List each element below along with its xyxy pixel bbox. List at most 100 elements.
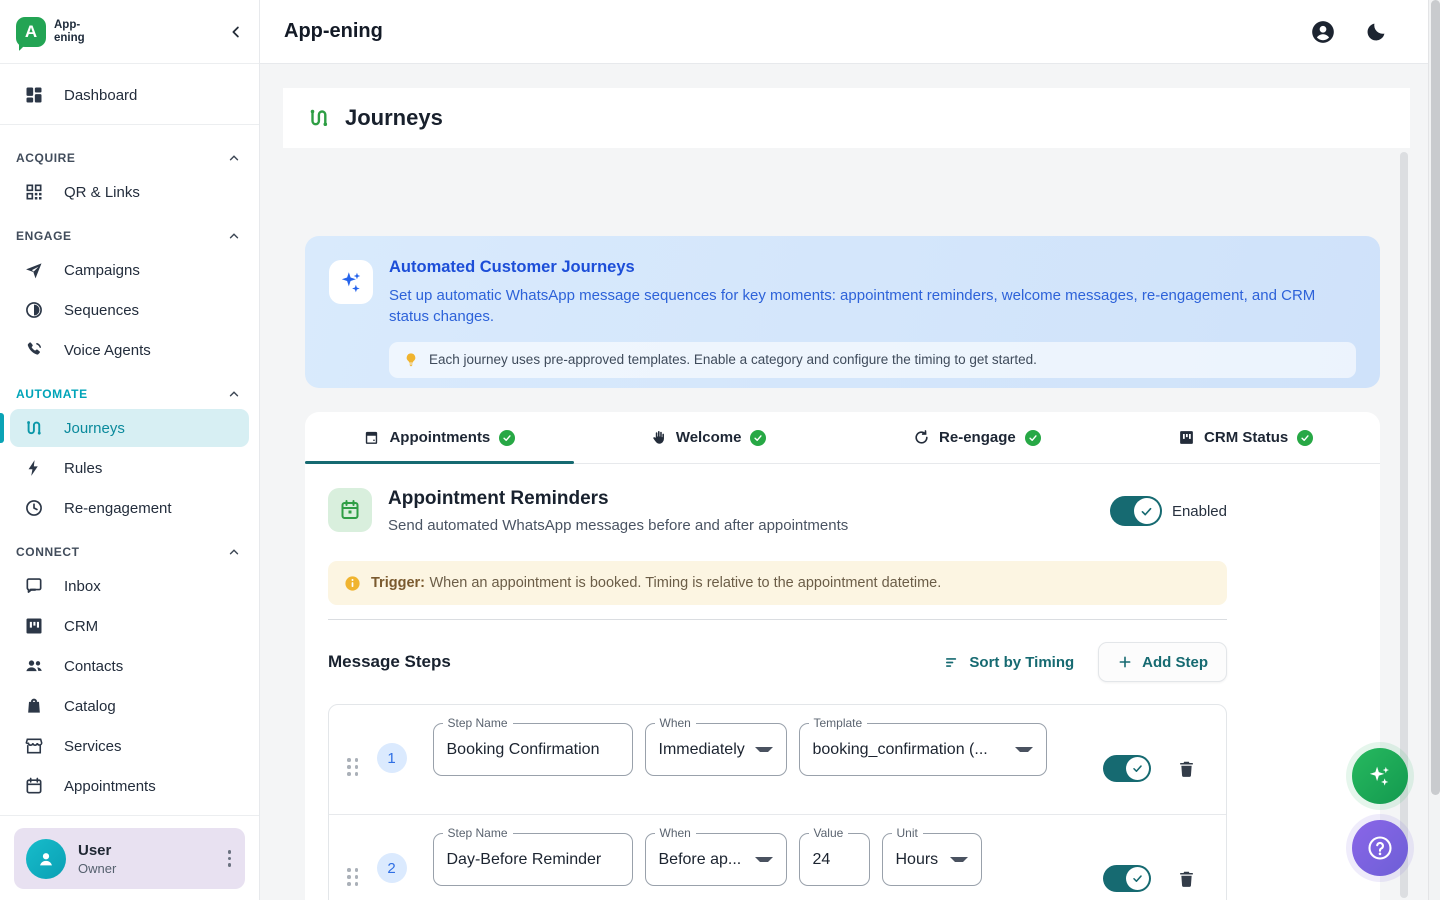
route-icon — [24, 418, 44, 438]
calendar-icon — [24, 776, 44, 796]
tab-appointments[interactable]: Appointments — [305, 412, 574, 463]
chevron-left-icon — [227, 23, 245, 41]
enabled-toggle[interactable] — [1110, 496, 1162, 526]
scrollbar-thumb[interactable] — [1431, 0, 1440, 795]
user-menu-button[interactable] — [224, 846, 236, 871]
chevron-up-icon — [227, 545, 241, 559]
sidebar: A App-ening Dashboard ACQUIRE QR & Links… — [0, 0, 260, 900]
divider — [328, 619, 1227, 620]
sidebar-item-label: Journeys — [64, 420, 125, 437]
journeys-card: Appointments Welcome Re-engage CRM Statu… — [305, 412, 1380, 900]
unit-select[interactable]: Unit Hours — [882, 833, 982, 886]
tabs: Appointments Welcome Re-engage CRM Statu… — [305, 412, 1380, 464]
help-button[interactable] — [1352, 820, 1408, 876]
trash-icon — [1177, 759, 1196, 778]
page-title: Journeys — [345, 105, 443, 131]
user-role: Owner — [78, 861, 116, 876]
account-button[interactable] — [1310, 19, 1336, 45]
app-title: App-ening — [284, 20, 383, 43]
sidebar-item-crm[interactable]: CRM — [10, 607, 249, 645]
calendar-icon — [363, 429, 380, 446]
check-icon — [1139, 504, 1154, 519]
scroll-area: Automated Customer Journeys Set up autom… — [260, 152, 1428, 900]
sidebar-item-re-engagement[interactable]: Re-engagement — [10, 489, 249, 527]
step-toggle[interactable] — [1103, 755, 1151, 782]
dropdown-caret-icon — [950, 857, 968, 862]
theme-toggle-button[interactable] — [1364, 20, 1388, 44]
clock-icon — [24, 498, 44, 518]
calendar-icon — [338, 498, 362, 522]
banner-title: Automated Customer Journeys — [389, 258, 1356, 277]
banner-text: Set up automatic WhatsApp message sequen… — [389, 285, 1356, 328]
sidebar-item-journeys[interactable]: Journeys — [10, 409, 249, 447]
phone-icon — [24, 340, 44, 360]
when-select[interactable]: When Immediately — [645, 723, 787, 776]
sidebar-collapse-button[interactable] — [227, 23, 245, 41]
sidebar-item-label: Rules — [64, 460, 102, 477]
step-name-input[interactable]: Step Name Day-Before Reminder — [433, 833, 633, 886]
sidebar-item-services[interactable]: Services — [10, 727, 249, 765]
check-circle-icon — [1025, 430, 1041, 446]
sidebar-item-label: Voice Agents — [64, 342, 151, 359]
message-steps-title: Message Steps — [328, 652, 451, 672]
sidebar-item-dashboard[interactable]: Dashboard — [10, 76, 249, 114]
delete-step-button[interactable] — [1177, 869, 1196, 888]
sidebar-item-campaigns[interactable]: Campaigns — [10, 251, 249, 289]
ai-assistant-button[interactable] — [1352, 748, 1408, 804]
appointments-panel: Appointment Reminders Send automated Wha… — [305, 464, 1380, 900]
lightbulb-icon — [403, 352, 419, 368]
tab-re-engage[interactable]: Re-engage — [843, 412, 1112, 463]
sidebar-header: A App-ening — [0, 0, 259, 64]
people-icon — [24, 656, 44, 676]
divider — [0, 124, 259, 125]
delete-step-button[interactable] — [1177, 759, 1196, 778]
sidebar-item-inbox[interactable]: Inbox — [10, 567, 249, 605]
tip-text: Each journey uses pre-approved templates… — [429, 352, 1037, 367]
sort-icon — [944, 654, 961, 671]
plus-icon — [1117, 654, 1133, 670]
dropdown-caret-icon — [755, 747, 773, 752]
drag-handle-icon[interactable] — [347, 868, 359, 886]
section-subtitle: Send automated WhatsApp messages before … — [388, 517, 848, 534]
sidebar-item-rules[interactable]: Rules — [10, 449, 249, 487]
sidebar-item-sequences[interactable]: Sequences — [10, 291, 249, 329]
send-icon — [24, 260, 44, 280]
active-indicator — [0, 413, 4, 443]
sidebar-item-label: Contacts — [64, 658, 123, 675]
chevron-up-icon — [227, 151, 241, 165]
sidebar-item-label: Services — [64, 738, 122, 755]
step-toggle[interactable] — [1103, 865, 1151, 892]
tab-welcome[interactable]: Welcome — [574, 412, 843, 463]
step-row-2: 2 Step Name Day-Before Reminder When Bef… — [329, 814, 1226, 900]
wave-hand-icon — [650, 429, 667, 446]
kanban-icon — [1178, 429, 1195, 446]
sidebar-item-appointments[interactable]: Appointments — [10, 767, 249, 805]
moon-icon — [1364, 20, 1388, 44]
step-number-badge: 1 — [377, 743, 407, 773]
sidebar-item-voice-agents[interactable]: Voice Agents — [10, 331, 249, 369]
when-select[interactable]: When Before ap... — [645, 833, 787, 886]
section-header-connect[interactable]: CONNECT — [0, 529, 259, 565]
drag-handle-icon[interactable] — [347, 758, 359, 776]
sidebar-item-label: CRM — [64, 618, 98, 635]
section-header-engage[interactable]: ENGAGE — [0, 213, 259, 249]
trigger-text: When an appointment is booked. Timing is… — [429, 575, 941, 591]
half-circle-icon — [24, 300, 44, 320]
template-select[interactable]: Template booking_confirmation (... — [799, 723, 1047, 776]
sidebar-footer: User Owner — [0, 815, 259, 900]
sort-by-timing-button[interactable]: Sort by Timing — [944, 654, 1074, 671]
value-input[interactable]: Value 24 — [799, 833, 870, 886]
sidebar-item-contacts[interactable]: Contacts — [10, 647, 249, 685]
section-header-automate[interactable]: AUTOMATE — [0, 371, 259, 407]
sidebar-item-qr-links[interactable]: QR & Links — [10, 173, 249, 211]
section-header-acquire[interactable]: ACQUIRE — [0, 135, 259, 171]
tab-crm-status[interactable]: CRM Status — [1111, 412, 1380, 463]
sidebar-item-catalog[interactable]: Catalog — [10, 687, 249, 725]
user-card[interactable]: User Owner — [14, 828, 245, 889]
window-scrollbar[interactable] — [1428, 0, 1440, 900]
help-icon — [1366, 834, 1394, 862]
dropdown-caret-icon — [1015, 747, 1033, 752]
add-step-button[interactable]: Add Step — [1098, 642, 1227, 682]
step-name-input[interactable]: Step Name Booking Confirmation — [433, 723, 633, 776]
tab-label: CRM Status — [1204, 429, 1288, 446]
